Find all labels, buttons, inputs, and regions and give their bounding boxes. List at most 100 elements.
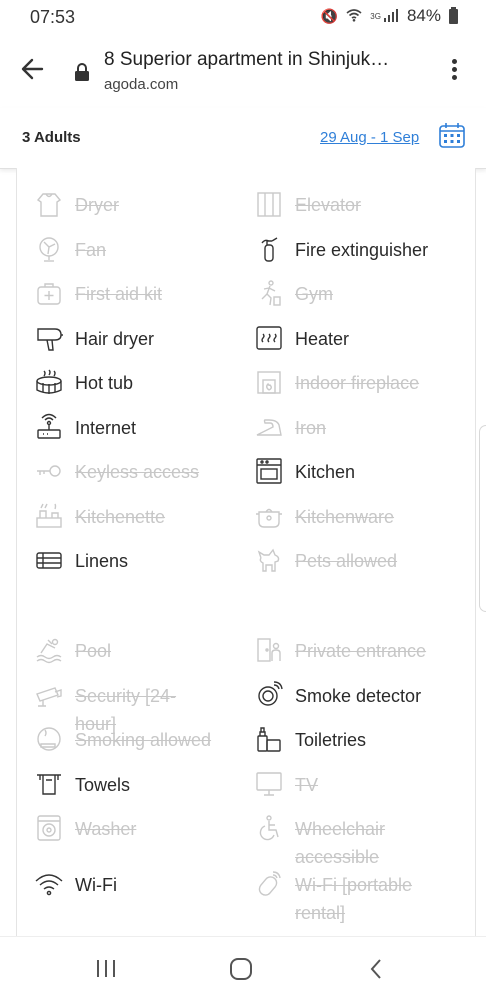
amenity-label: Security [24- — [75, 686, 177, 706]
amenity-label: Kitchen — [295, 462, 356, 482]
key-icon — [35, 457, 63, 485]
amenity-label: Kitchenware — [295, 507, 395, 527]
recent-apps-button[interactable] — [92, 955, 122, 983]
browser-toolbar: 8 Superior apartment in Shinjuk… agoda.c… — [0, 34, 486, 109]
amenity-label: Wheelchair — [295, 819, 386, 839]
towel-icon — [35, 770, 63, 798]
signal-icon — [383, 8, 399, 25]
amenity-label: Pets allowed — [295, 551, 398, 571]
calendar-icon[interactable] — [438, 121, 466, 149]
amenity-label: Fire extinguisher — [295, 240, 429, 260]
amenity-label: Hot tub — [75, 373, 134, 393]
portable-wifi-icon — [255, 870, 283, 898]
amenity-item: Kitchen — [255, 457, 465, 487]
lock-icon — [74, 63, 90, 81]
amenity-label: Hair dryer — [75, 329, 155, 349]
amenity-label: Gym — [295, 284, 333, 304]
dryer-icon — [35, 190, 63, 218]
date-range-link[interactable]: 29 Aug - 1 Sep — [320, 129, 419, 146]
amenity-item: Wi-Fi — [35, 870, 245, 900]
more-options-button[interactable] — [444, 56, 464, 86]
back-button[interactable] — [18, 54, 48, 84]
status-time: 07:53 — [30, 7, 76, 27]
amenity-item: Indoor fireplace — [255, 368, 465, 398]
linens-icon — [35, 546, 63, 574]
kitchenette-icon — [35, 502, 63, 530]
battery-icon — [449, 6, 458, 24]
amenities-list: Dryer Elevator Fan Fire extinguisher First a… — [16, 168, 476, 936]
amenity-item: TV — [255, 770, 465, 800]
recent-apps-icon — [97, 960, 115, 977]
tv-icon — [255, 770, 283, 798]
amenity-item: Fire extinguisher — [255, 235, 465, 265]
amenity-label: Keyless access — [75, 462, 200, 482]
guests-count[interactable]: 3 Adults — [22, 129, 81, 146]
amenity-label-cont: accessible — [295, 847, 380, 867]
status-icons: 🔇 3G 84% — [321, 6, 458, 26]
amenity-item: Heater — [255, 324, 465, 354]
amenity-item: Towels — [35, 770, 245, 800]
oven-icon — [255, 457, 283, 485]
amenity-item: Smoking allowed — [35, 725, 245, 755]
amenity-item: Hair dryer — [35, 324, 245, 354]
amenity-item: Fan — [35, 235, 245, 265]
amenity-item: Pets allowed — [255, 546, 465, 576]
amenity-label: Elevator — [295, 195, 362, 215]
camera-icon — [35, 681, 63, 709]
smoking-icon — [35, 725, 63, 753]
back-nav-button[interactable] — [362, 955, 392, 983]
amenity-label: Internet — [75, 418, 137, 438]
amenity-label: TV — [295, 775, 319, 795]
fan-icon — [35, 235, 63, 263]
amenity-label: First aid kit — [75, 284, 163, 304]
scroll-handle[interactable] — [479, 425, 486, 612]
first-aid-icon — [35, 279, 63, 307]
amenity-item: Iron — [255, 413, 465, 443]
amenity-item: Linens — [35, 546, 245, 576]
amenity-label: Kitchenette — [75, 507, 166, 527]
amenity-label-cont: rental] — [295, 903, 346, 923]
booking-summary-bar: 3 Adults 29 Aug - 1 Sep — [0, 108, 486, 169]
amenity-item: Gym — [255, 279, 465, 309]
amenity-label: Wi-Fi [portable — [295, 875, 413, 895]
amenity-item: Elevator — [255, 190, 465, 220]
network-type: 3G — [370, 11, 381, 21]
amenity-label: Linens — [75, 551, 129, 571]
hair-dryer-icon — [35, 324, 63, 352]
amenity-label: Iron — [295, 418, 327, 438]
door-icon — [255, 636, 283, 664]
fire-extinguisher-icon — [255, 235, 283, 263]
amenity-item: Security [24- hour] — [35, 681, 245, 734]
amenity-item: Hot tub — [35, 368, 245, 398]
amenity-label: Smoke detector — [295, 686, 422, 706]
amenity-item: Kitchenware — [255, 502, 465, 532]
amenity-item: Wheelchair accessible — [255, 814, 465, 867]
mute-icon: 🔇 — [320, 7, 339, 24]
amenity-item: Keyless access — [35, 457, 245, 487]
washer-icon — [35, 814, 63, 842]
wifi-status-icon — [346, 8, 362, 25]
amenity-label: Pool — [75, 641, 112, 661]
status-bar: 07:53 🔇 3G 84% — [0, 0, 486, 34]
arrow-left-icon — [21, 58, 44, 80]
amenity-label: Private entrance — [295, 641, 427, 661]
page-title: 8 Superior apartment in Shinjuk… — [104, 49, 390, 70]
amenity-label: Towels — [75, 775, 131, 795]
page-domain: agoda.com — [104, 76, 179, 93]
home-button[interactable] — [226, 955, 256, 983]
amenity-item: Internet — [35, 413, 245, 443]
dot-icon — [451, 75, 457, 80]
amenity-item: Pool — [35, 636, 245, 666]
iron-icon — [255, 413, 283, 441]
wheelchair-icon — [255, 814, 283, 842]
amenity-item: First aid kit — [35, 279, 245, 309]
battery-percent: 84% — [406, 6, 441, 25]
amenity-label: Dryer — [75, 195, 119, 215]
amenity-item: Kitchenette — [35, 502, 245, 532]
smoke-detector-icon — [255, 681, 283, 709]
fireplace-icon — [255, 368, 283, 396]
pet-icon — [255, 546, 283, 574]
amenity-label: Wi-Fi — [75, 875, 117, 895]
pot-icon — [255, 502, 283, 530]
router-icon — [35, 413, 63, 441]
